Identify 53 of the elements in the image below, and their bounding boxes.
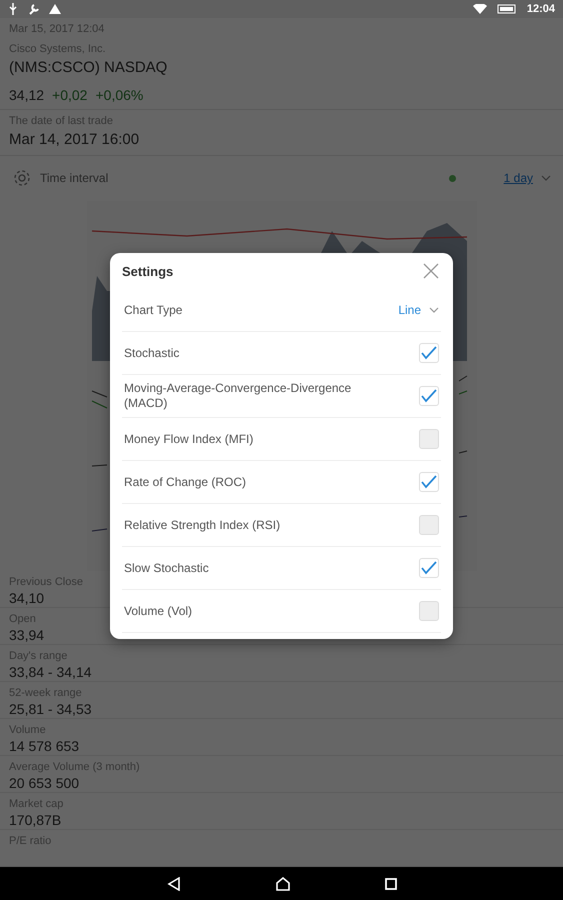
- interval-link[interactable]: 1 day: [504, 171, 533, 186]
- checkbox[interactable]: [419, 515, 439, 535]
- stat-value: 20 653 500: [9, 774, 80, 792]
- checkbox[interactable]: [419, 429, 439, 449]
- close-button[interactable]: [421, 261, 441, 281]
- usb-icon: [8, 3, 18, 15]
- indicator-line: [458, 450, 467, 454]
- signal-line: [458, 390, 467, 394]
- indicator-label: Relative Strength Index (RSI): [124, 518, 280, 532]
- checkbox[interactable]: [419, 558, 439, 578]
- stat-value: 170,87B: [9, 810, 62, 829]
- chevron-down-icon: [541, 175, 551, 182]
- settings-icon[interactable]: [12, 168, 32, 188]
- wrench-icon: [28, 4, 39, 14]
- indicator-label: Stochastic: [124, 346, 180, 360]
- checkbox[interactable]: [419, 343, 439, 363]
- clock-time: 12:04: [526, 3, 555, 15]
- stat-value: 34,10: [9, 588, 44, 607]
- battery-icon: [496, 4, 517, 14]
- stat-value: 14 578 653: [9, 736, 80, 755]
- last-trade-date: Mar 14, 2017 16:00: [9, 130, 140, 150]
- price-change: +0,02: [52, 86, 88, 105]
- indicator-line: [458, 375, 467, 382]
- stat-value: 33,84 - 34,14: [9, 662, 92, 681]
- indicator-line: [458, 515, 467, 518]
- indicator-label: Rate of Change (ROC): [124, 474, 246, 490]
- signal-line: [91, 400, 107, 408]
- status-dot: [448, 174, 456, 182]
- back-icon[interactable]: [166, 876, 180, 890]
- checkbox[interactable]: [419, 472, 439, 492]
- indicator-line: [91, 464, 107, 466]
- percent-change: +0,06%: [95, 86, 144, 105]
- stock-price: 34,12: [9, 86, 44, 105]
- checkbox[interactable]: [419, 601, 439, 621]
- ticker-symbol: (NMS:CSCO) NASDAQ: [9, 58, 168, 78]
- indicator-line: [91, 528, 107, 532]
- chart-type-label: Chart Type: [124, 302, 182, 318]
- home-icon[interactable]: [276, 876, 290, 890]
- indicator-line: [91, 390, 107, 398]
- time-interval-label: Time interval: [40, 171, 110, 186]
- stat-value: 33,94: [9, 626, 44, 644]
- wifi-icon: [472, 4, 487, 14]
- chart-type-select[interactable]: Line: [398, 303, 439, 317]
- checkbox[interactable]: [419, 386, 439, 406]
- chevron-down-icon: [429, 307, 439, 313]
- indicator-label: Money Flow Index (MFI): [124, 432, 254, 446]
- recents-icon[interactable]: [384, 878, 396, 890]
- warning-icon: [49, 4, 61, 14]
- indicator-label: Slow Stochastic: [124, 560, 209, 576]
- dialog-title: Settings: [122, 264, 174, 278]
- stat-value: 25,81 - 34,53: [9, 700, 92, 718]
- indicator-label: Volume (Vol): [124, 604, 192, 618]
- indicator-label: Moving-Average-Convergence-Divergence (MACD): [124, 381, 352, 411]
